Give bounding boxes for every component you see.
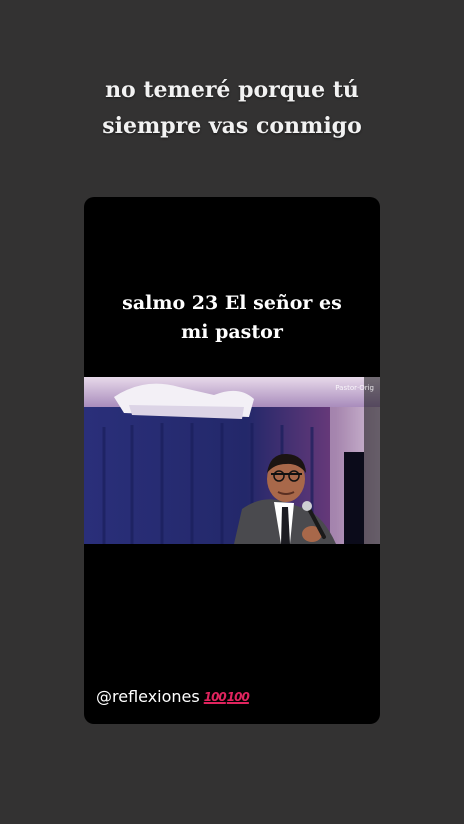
account-handle[interactable]: @reflexiones bbox=[96, 687, 200, 707]
hundred-points-emoji: 100 bbox=[203, 690, 227, 704]
video-caption: salmo 23 El señor es mi pastor bbox=[122, 292, 342, 343]
story-headline: no temeré porque tú siempre vas conmigo bbox=[102, 77, 362, 139]
account-handle-row[interactable]: @reflexiones 100 100 bbox=[96, 687, 250, 707]
hundred-points-icon: 100 100 bbox=[203, 687, 250, 707]
hundred-points-emoji: 100 bbox=[226, 690, 250, 704]
video-watermark: Pastor·Orig bbox=[335, 384, 374, 392]
video-post-card[interactable]: salmo 23 El señor es mi pastor Pastor·Or… bbox=[84, 197, 380, 724]
story-viewer[interactable]: no temeré porque tú siempre vas conmigo … bbox=[0, 0, 464, 824]
video-frame[interactable]: Pastor·Orig bbox=[84, 377, 380, 544]
video-frame-image bbox=[84, 377, 380, 544]
